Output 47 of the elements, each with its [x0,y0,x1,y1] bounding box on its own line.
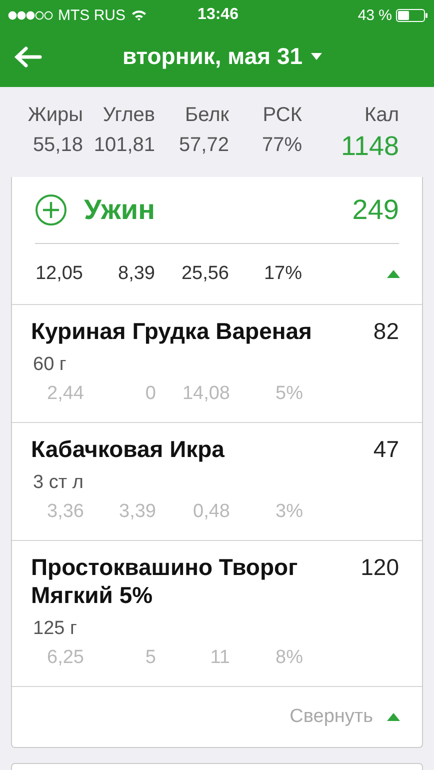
nutrient-value: 0 [144,382,156,405]
dropdown-caret-icon [310,53,322,60]
nutrient-value: 3,39 [118,500,156,523]
nutrient-label: Жиры [26,104,83,128]
nutrient-value: 3,36 [46,500,84,523]
portion-size: 3 ст л [33,471,84,494]
nutrient-value: 101,81 [92,134,155,158]
meal-total-value: 12,05 [34,263,83,285]
wifi-icon [130,9,146,21]
add-icon[interactable] [35,194,67,226]
meal-total-value: 8,39 [117,263,155,285]
nutrient-value: 3% [274,500,303,523]
collapse-button[interactable]: Свернуть [290,706,373,728]
nutrient-value: 8% [274,646,303,669]
nutrient-label: РСК [262,104,302,128]
nutrient-value: 55,18 [32,134,83,158]
nutrient-value: 5% [274,382,303,405]
meal-name: Ужин [84,194,156,226]
meal-total-value: 25,56 [180,263,229,285]
signal-icon [8,10,53,20]
food-calories: 47 [373,435,399,463]
meal-total-value: 17% [262,263,302,285]
calories-total: 1148 [340,134,399,161]
food-name: Простоквашино Творог Мягкий 5% [31,553,299,609]
battery-percent: 43 % [358,6,392,24]
food-name: Кабачковая Икра [31,435,226,463]
food-calories: 120 [360,553,399,581]
meal-calories: 249 [352,194,399,226]
food-name: Куриная Грудка Вареная [31,317,313,345]
nutrient-value: 57,72 [178,134,229,158]
portion-size: 60 г [33,353,68,376]
nutrient-value: 2,44 [46,382,84,405]
nutrient-value: 6,25 [46,646,84,669]
clock-time: 13:46 [198,6,238,24]
battery-icon [396,8,428,22]
nutrient-label: Белк [184,104,229,128]
calories-label: Кал [364,104,399,128]
nutrient-value: 11 [209,646,230,669]
back-arrow-icon[interactable] [14,46,42,68]
carrier-name: MTS RUS [58,6,126,24]
nutrient-value: 0,48 [192,500,230,523]
nutrient-value: 14,08 [181,382,230,405]
nutrient-label: Углев [102,104,155,128]
nutrient-value: 77% [260,134,302,158]
food-calories: 82 [373,317,399,345]
portion-size: 125 г [33,617,78,640]
nutrient-value: 5 [144,646,156,669]
